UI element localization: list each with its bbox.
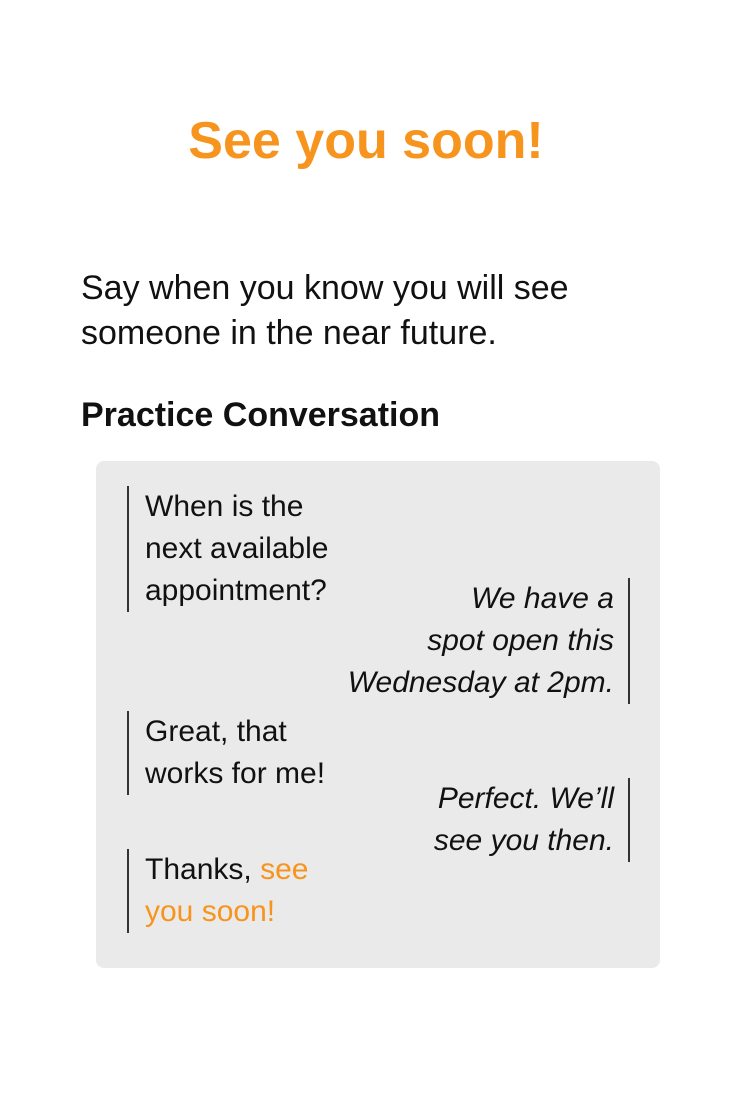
message-line: We have a [471,582,614,615]
practice-conversation-heading: Practice Conversation [81,396,441,434]
highlighted-phrase: see [260,853,309,886]
message-line: next available [145,532,329,565]
message-speaker-b-2: Perfect. We’ll see you then. [434,778,630,862]
message-line: appointment? [145,574,327,607]
message-text: Thanks, [145,853,261,886]
message-speaker-a-1: When is the next available appointment? [127,486,328,612]
message-line: Perfect. We’ll [437,782,614,815]
message-line: When is the [145,490,304,523]
message-speaker-a-3: Thanks, see you soon! [127,849,308,933]
message-line: Thanks, see [145,849,308,891]
message-speaker-a-2: Great, that works for me! [127,711,325,795]
message-line: see you then. [433,824,614,857]
page-title: See you soon! [188,112,544,170]
description-line-1: Say when you know you will see [81,269,569,307]
message-speaker-b-1: We have a spot open this Wednesday at 2p… [348,578,630,704]
description: Say when you know you will see someone i… [81,266,681,356]
message-line: spot open this [427,624,614,657]
message-line: Wednesday at 2pm. [347,666,614,699]
message-line: works for me! [145,757,326,790]
conversation-panel: When is the next available appointment? … [96,461,660,968]
message-line: Great, that [145,715,287,748]
highlighted-phrase: you soon! [145,895,276,928]
description-line-2: someone in the near future. [81,314,497,352]
